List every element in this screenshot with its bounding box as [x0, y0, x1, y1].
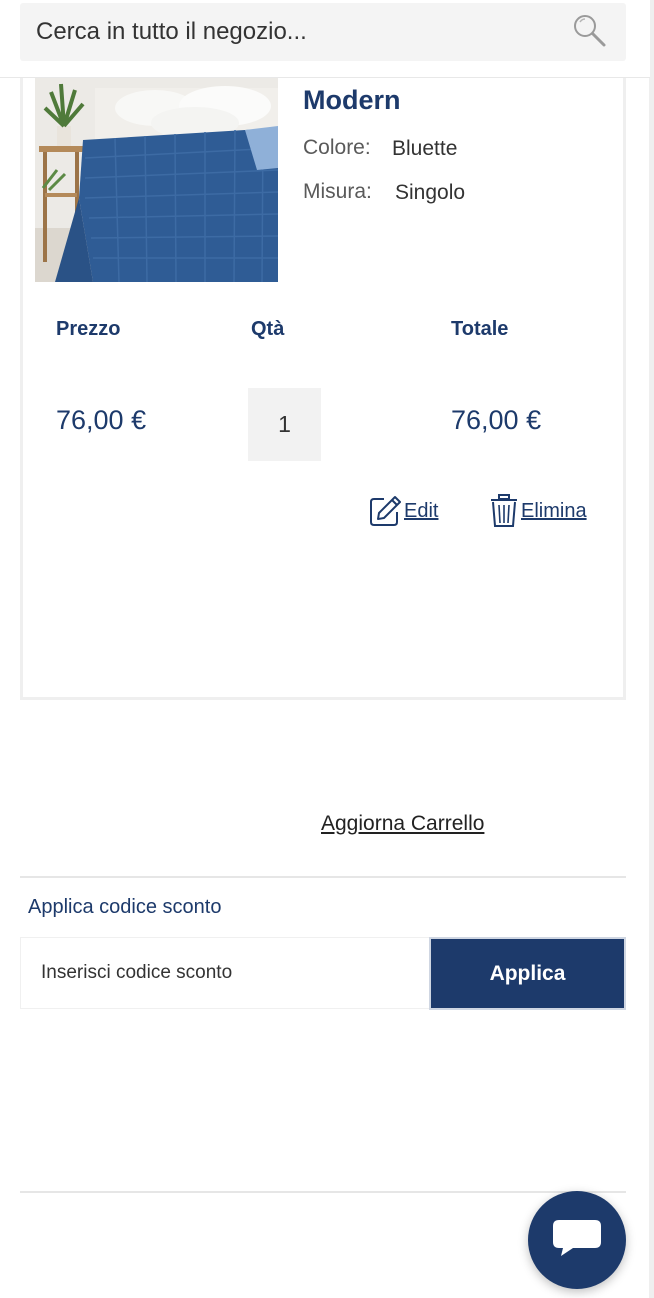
item-price: 76,00 €	[56, 405, 147, 435]
divider	[20, 876, 626, 878]
search-box	[20, 3, 626, 61]
product-image[interactable]	[35, 78, 279, 283]
trash-icon	[489, 494, 519, 528]
item-total: 76,00 €	[451, 405, 542, 435]
divider	[20, 1191, 626, 1193]
option-value-size: Singolo	[395, 181, 466, 204]
edit-item-link[interactable]: Edit	[368, 493, 438, 529]
option-label-size: Misura:	[303, 180, 372, 203]
option-label-color: Colore:	[303, 136, 371, 159]
header	[0, 0, 650, 78]
delete-item-link[interactable]: Elimina	[489, 493, 587, 529]
apply-discount-button[interactable]: Applica	[429, 937, 626, 1010]
search-input[interactable]	[20, 3, 560, 61]
discount-toggle[interactable]: Applica codice sconto	[28, 896, 221, 919]
update-cart-link[interactable]: Aggiorna Carrello	[321, 812, 484, 836]
chat-icon	[551, 1218, 603, 1263]
qty-column-header: Qtà	[251, 318, 285, 340]
delete-link-label: Elimina	[521, 499, 587, 522]
edit-icon	[368, 494, 402, 528]
option-value-color: Bluette	[392, 137, 458, 160]
total-column-header: Totale	[451, 318, 509, 340]
search-icon[interactable]	[572, 13, 608, 49]
cart-item: Modern Colore: Bluette Misura: Singolo P…	[20, 40, 626, 700]
discount-code-input[interactable]	[20, 937, 430, 1009]
page-scrollbar[interactable]	[649, 0, 654, 1298]
product-name[interactable]: Modern	[303, 85, 401, 116]
quantity-input[interactable]	[248, 388, 321, 461]
edit-link-label: Edit	[404, 499, 439, 522]
chat-launcher-button[interactable]	[528, 1191, 626, 1289]
price-column-header: Prezzo	[56, 318, 121, 340]
